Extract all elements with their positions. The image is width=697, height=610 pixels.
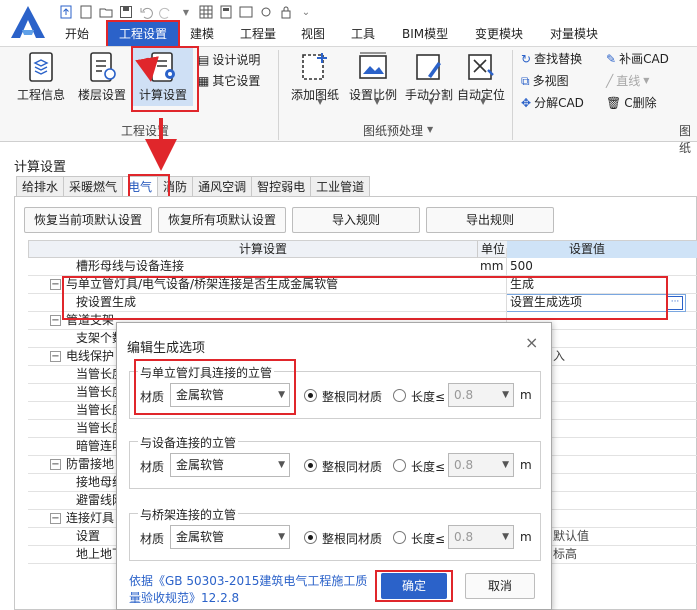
material-value: 金属软管 xyxy=(176,530,225,544)
annotation-box-row xyxy=(62,276,668,320)
whole-same-material-label: 整根同材质 xyxy=(322,390,383,404)
row-name: 电线保护 xyxy=(66,349,115,363)
chevron-down-icon: ▼ xyxy=(502,532,509,542)
dialog-title: 编辑生成选项 xyxy=(127,341,206,356)
material-select[interactable]: 金属软管 ▼ xyxy=(170,525,290,549)
unit-label: m xyxy=(520,458,532,472)
collapse-toggle-icon[interactable]: − xyxy=(50,315,61,326)
whole-same-material-label: 整根同材质 xyxy=(322,460,383,474)
annotation-box-subtab xyxy=(128,174,170,198)
close-icon[interactable]: × xyxy=(525,333,538,352)
row-name: 槽形母线与设备连接 xyxy=(76,259,185,273)
annotation-box-ok xyxy=(375,570,453,602)
panel-title: 计算设置 xyxy=(14,160,67,175)
length-label: 长度≤ xyxy=(411,532,446,546)
table-row[interactable]: 槽形母线与设备连接 mm 500 xyxy=(28,258,697,276)
length-label: 长度≤ xyxy=(411,390,446,404)
export-rules-button[interactable]: 导出规则 xyxy=(426,207,554,233)
row-value-fragment: 默认值 xyxy=(553,529,590,543)
row-name: 连接灯具 xyxy=(66,511,115,525)
subtab-water[interactable]: 给排水 xyxy=(16,176,65,196)
group-legend: 与桥架连接的立管 xyxy=(138,506,239,523)
import-rules-button[interactable]: 导入规则 xyxy=(292,207,420,233)
radio-whole-same-material[interactable] xyxy=(304,389,317,402)
whole-same-material-label: 整根同材质 xyxy=(322,532,383,546)
row-value-fragment: 入 xyxy=(553,349,566,363)
collapse-toggle-icon[interactable]: − xyxy=(50,279,61,290)
header-setting: 计算设置 xyxy=(239,242,288,256)
row-unit: mm xyxy=(480,259,504,273)
group-legend: 与设备连接的立管 xyxy=(138,434,239,451)
group-equipment-riser: 与设备连接的立管 材质 金属软管 ▼ 整根同材质 长度≤ 0.8 ▼ m xyxy=(129,434,541,489)
collapse-toggle-icon[interactable]: − xyxy=(50,351,61,362)
radio-length[interactable] xyxy=(393,531,406,544)
length-select[interactable]: 0.8 ▼ xyxy=(448,525,514,549)
radio-length[interactable] xyxy=(393,459,406,472)
subtab-heating-gas[interactable]: 采暖燃气 xyxy=(63,176,124,196)
unit-label: m xyxy=(520,530,532,544)
standard-reference-clause[interactable]: 量验收规范》12.2.8 xyxy=(129,589,239,606)
length-select[interactable]: 0.8 ▼ xyxy=(448,383,514,407)
length-value: 0.8 xyxy=(454,458,474,472)
subtab-bar: 给排水 采暖燃气 电气 消防 通风空调 智控弱电 工业管道 xyxy=(16,176,371,196)
cancel-button[interactable]: 取消 xyxy=(465,573,535,599)
length-value: 0.8 xyxy=(454,530,474,544)
collapse-toggle-icon[interactable]: − xyxy=(50,459,61,470)
collapse-toggle-icon[interactable]: − xyxy=(50,513,61,524)
standard-reference-link[interactable]: 依据《GB 50303-2015建筑电气工程施工质 xyxy=(129,572,367,589)
header-unit: 单位 xyxy=(481,242,506,256)
unit-label: m xyxy=(520,388,532,402)
annotation-box-group xyxy=(134,359,296,415)
group-tray-riser: 与桥架连接的立管 材质 金属软管 ▼ 整根同材质 长度≤ 0.8 ▼ m xyxy=(129,506,541,561)
radio-length[interactable] xyxy=(393,389,406,402)
material-label: 材质 xyxy=(140,532,165,546)
radio-whole-same-material[interactable] xyxy=(304,531,317,544)
row-value[interactable]: 500 xyxy=(510,258,533,275)
chevron-down-icon: ▼ xyxy=(278,460,285,470)
ellipsis-icon[interactable]: ··· xyxy=(667,296,683,310)
chevron-down-icon: ▼ xyxy=(502,390,509,400)
row-value-fragment: 标高 xyxy=(553,547,578,561)
chevron-down-icon: ▼ xyxy=(278,532,285,542)
row-name: 设置 xyxy=(76,529,101,543)
radio-whole-same-material[interactable] xyxy=(304,459,317,472)
material-value: 金属软管 xyxy=(176,458,225,472)
subtab-low-voltage[interactable]: 智控弱电 xyxy=(251,176,312,196)
subtab-industrial-pipe[interactable]: 工业管道 xyxy=(310,176,371,196)
length-value: 0.8 xyxy=(454,388,474,402)
length-label: 长度≤ xyxy=(411,460,446,474)
grid-header: 计算设置 单位 设置值 xyxy=(28,240,697,258)
chevron-down-icon: ▼ xyxy=(502,460,509,470)
subtab-hvac[interactable]: 通风空调 xyxy=(192,176,253,196)
restore-current-default-button[interactable]: 恢复当前项默认设置 xyxy=(24,207,152,233)
material-label: 材质 xyxy=(140,460,165,474)
header-value: 设置值 xyxy=(569,242,606,256)
restore-all-default-button[interactable]: 恢复所有项默认设置 xyxy=(158,207,286,233)
material-select[interactable]: 金属软管 ▼ xyxy=(170,453,290,477)
row-name: 防雷接地 xyxy=(66,457,115,471)
length-select[interactable]: 0.8 ▼ xyxy=(448,453,514,477)
